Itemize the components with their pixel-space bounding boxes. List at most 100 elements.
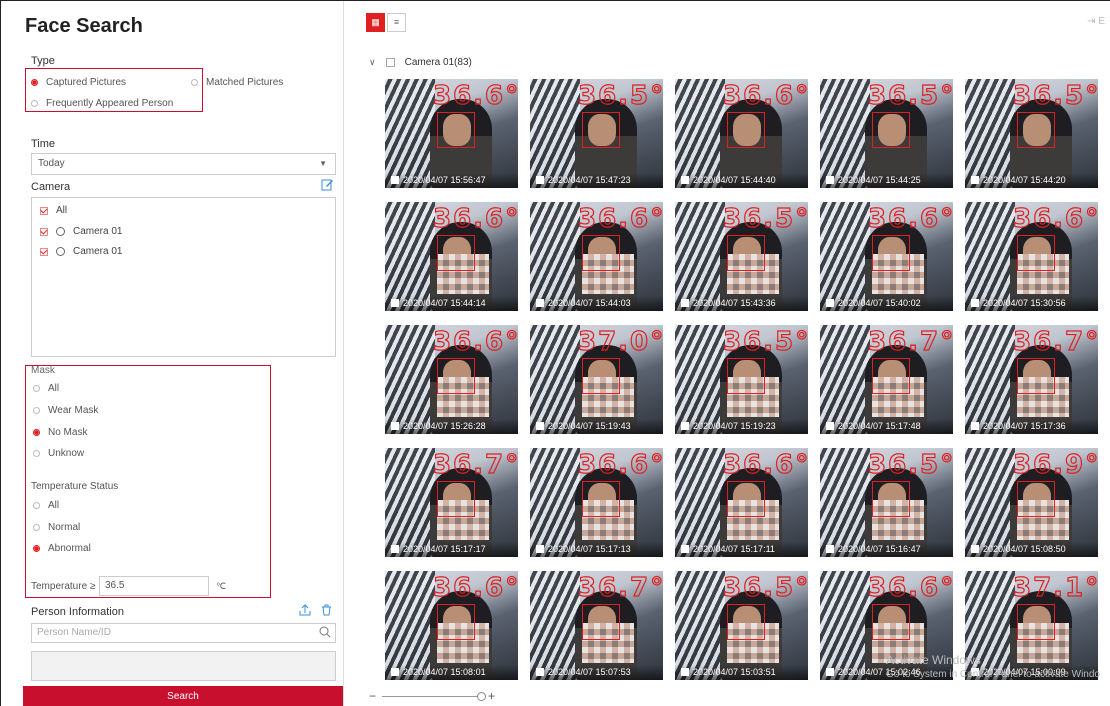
thumbnail-checkbox[interactable] (826, 299, 834, 307)
thumbnail-checkbox[interactable] (681, 422, 689, 430)
edit-icon[interactable] (321, 178, 334, 191)
capture-thumbnail[interactable]: 36.6℃ 2020/04/07 15:40:02 (820, 202, 953, 311)
thumbnail-checkbox[interactable] (971, 422, 979, 430)
camera-label: Camera (31, 181, 71, 193)
camera-item-all[interactable]: All (40, 205, 67, 216)
radio-temp-abnormal[interactable]: Abnormal (33, 543, 91, 554)
capture-thumbnail[interactable]: 36.7℃ 2020/04/07 15:17:48 (820, 325, 953, 434)
capture-timestamp: 2020/04/07 15:08:50 (983, 544, 1066, 554)
watermark-line1: Activate Windows (886, 653, 981, 667)
thumbnail-checkbox[interactable] (826, 176, 834, 184)
capture-thumbnail[interactable]: 36.6℃ 2020/04/07 15:26:28 (385, 325, 518, 434)
capture-thumbnail[interactable]: 36.6℃ 2020/04/07 15:17:11 (675, 448, 808, 557)
person-search-input[interactable]: Person Name/ID (31, 623, 336, 643)
radio-no-mask[interactable]: No Mask (33, 427, 87, 438)
time-select[interactable]: Today ▼ (31, 153, 336, 175)
temperature-overlay: 36.7℃ (1012, 326, 1098, 357)
capture-timestamp: 2020/04/07 15:03:51 (693, 667, 776, 677)
temperature-input[interactable]: 36.5 (99, 576, 209, 596)
radio-dot (191, 79, 198, 86)
type-label: Type (31, 55, 55, 67)
capture-thumbnail[interactable]: 36.7℃ 2020/04/07 15:17:17 (385, 448, 518, 557)
capture-thumbnail[interactable]: 36.6℃ 2020/04/07 15:44:03 (530, 202, 663, 311)
capture-thumbnail[interactable]: 37.0℃ 2020/04/07 15:19:43 (530, 325, 663, 434)
face-detection-box (727, 235, 765, 271)
thumbnail-checkbox[interactable] (536, 422, 544, 430)
capture-thumbnail[interactable]: 36.7℃ 2020/04/07 15:17:36 (965, 325, 1098, 434)
thumbnail-checkbox[interactable] (681, 299, 689, 307)
group-checkbox[interactable] (385, 58, 395, 67)
radio-label: Captured Pictures (46, 77, 127, 88)
capture-timestamp: 2020/04/07 15:43:36 (693, 298, 776, 308)
thumbnail-checkbox[interactable] (971, 176, 979, 184)
capture-thumbnail[interactable]: 36.6℃ 2020/04/07 15:30:56 (965, 202, 1098, 311)
radio-temp-all[interactable]: All (33, 500, 59, 511)
camera-icon (56, 247, 65, 256)
capture-timestamp: 2020/04/07 15:07:53 (548, 667, 631, 677)
thumbnail-checkbox[interactable] (826, 422, 834, 430)
upload-icon[interactable] (299, 604, 311, 616)
capture-thumbnail[interactable]: 36.6℃ 2020/04/07 15:17:13 (530, 448, 663, 557)
thumbnail-checkbox[interactable] (681, 176, 689, 184)
chevron-down-icon[interactable]: ∨ (369, 57, 376, 68)
thumbnail-checkbox[interactable] (681, 545, 689, 553)
thumbnail-checkbox[interactable] (536, 299, 544, 307)
radio-wear-mask[interactable]: Wear Mask (33, 405, 98, 416)
capture-thumbnail[interactable]: 36.5℃ 2020/04/07 15:19:23 (675, 325, 808, 434)
capture-thumbnail[interactable]: 37.1℃2020/04/07 15:00:09 (965, 571, 1098, 680)
radio-temp-normal[interactable]: Normal (33, 522, 80, 533)
temp-status-label: Temperature Status (31, 481, 119, 492)
checkbox-checked[interactable] (40, 227, 48, 236)
checkbox-checked[interactable] (40, 247, 48, 256)
capture-thumbnail[interactable]: 36.6℃ 2020/04/07 15:56:47 (385, 79, 518, 188)
thumbnail-checkbox[interactable] (391, 176, 399, 184)
capture-thumbnail[interactable]: 36.5℃ 2020/04/07 15:44:25 (820, 79, 953, 188)
capture-thumbnail[interactable]: 36.5℃ 2020/04/07 15:47:23 (530, 79, 663, 188)
capture-thumbnail[interactable]: 36.9℃ 2020/04/07 15:08:50 (965, 448, 1098, 557)
radio-unknow[interactable]: Unknow (33, 448, 84, 459)
capture-thumbnail[interactable]: 36.6℃ 2020/04/07 15:44:14 (385, 202, 518, 311)
radio-captured-pictures[interactable]: Captured Pictures (31, 77, 126, 88)
capture-thumbnail[interactable]: 36.6℃ 2020/04/07 15:08:01 (385, 571, 518, 680)
capture-thumbnail[interactable]: 36.5℃ 2020/04/07 15:44:20 (965, 79, 1098, 188)
face-detection-box (872, 358, 910, 394)
thumbnail-checkbox[interactable] (971, 299, 979, 307)
thumbnail-checkbox[interactable] (826, 668, 834, 676)
capture-thumbnail[interactable]: 36.7℃ 2020/04/07 15:07:53 (530, 571, 663, 680)
temperature-overlay: 36.6℃ (1012, 203, 1098, 234)
thumbnail-checkbox[interactable] (536, 545, 544, 553)
camera-item-camera-01[interactable]: Camera 01 (40, 226, 122, 237)
zoom-out-button[interactable]: − (369, 689, 376, 703)
zoom-knob[interactable] (477, 691, 487, 701)
zoom-in-button[interactable]: + (488, 689, 495, 703)
thumbnail-checkbox[interactable] (826, 545, 834, 553)
thumbnail-checkbox[interactable] (391, 545, 399, 553)
capture-thumbnail[interactable]: 36.5℃ 2020/04/07 15:03:51 (675, 571, 808, 680)
thumbnail-checkbox[interactable] (536, 668, 544, 676)
zoom-slider[interactable] (382, 691, 487, 701)
thumbnail-checkbox[interactable] (536, 176, 544, 184)
photo-blinds (965, 79, 1015, 188)
thumbnail-checkbox[interactable] (391, 668, 399, 676)
radio-dot (33, 450, 40, 457)
grid-view-icon[interactable]: ▦ (366, 13, 385, 32)
thumbnail-checkbox[interactable] (391, 299, 399, 307)
export-button[interactable]: ⇥ E (1087, 16, 1105, 27)
radio-mask-all[interactable]: All (33, 383, 59, 394)
capture-thumbnail[interactable]: 36.5℃ 2020/04/07 15:43:36 (675, 202, 808, 311)
thumbnail-checkbox[interactable] (681, 668, 689, 676)
camera-group-header[interactable]: ∨ Camera 01(83) (369, 57, 472, 68)
radio-label: Wear Mask (48, 405, 99, 416)
capture-thumbnail[interactable]: 36.5℃ 2020/04/07 15:16:47 (820, 448, 953, 557)
search-button[interactable]: Search (23, 686, 343, 706)
checkbox-checked[interactable] (40, 206, 48, 215)
capture-thumbnail[interactable]: 36.6℃ 2020/04/07 15:44:40 (675, 79, 808, 188)
thumbnail-checkbox[interactable] (971, 545, 979, 553)
thumbnail-checkbox[interactable] (391, 422, 399, 430)
radio-frequently-appeared[interactable]: Frequently Appeared Person (31, 98, 173, 109)
radio-matched-pictures[interactable]: Matched Pictures (191, 77, 283, 88)
camera-item-camera-01[interactable]: Camera 01 (40, 246, 122, 257)
list-view-icon[interactable]: ≡ (387, 13, 406, 32)
trash-icon[interactable] (321, 604, 332, 616)
photo-blinds (530, 448, 580, 557)
